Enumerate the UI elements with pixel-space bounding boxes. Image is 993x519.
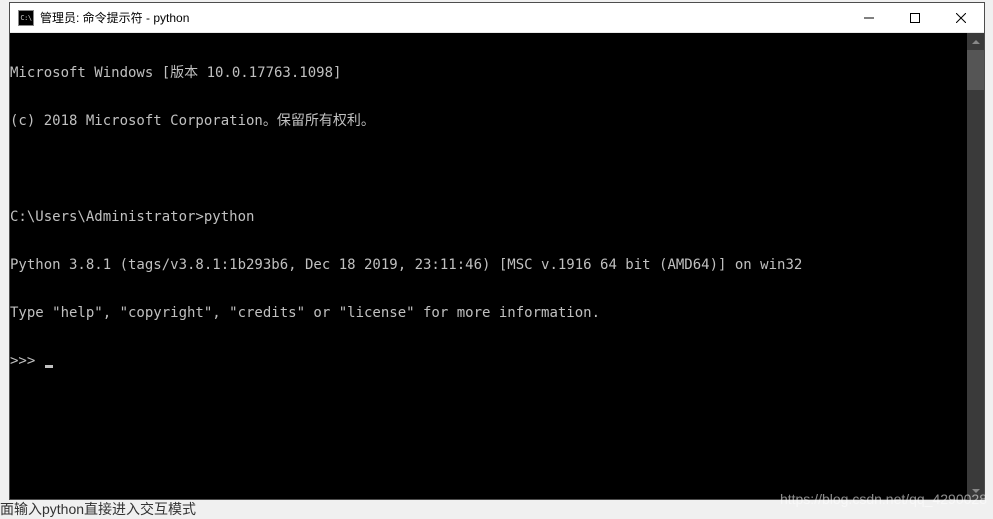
chevron-down-icon [972, 489, 980, 493]
minimize-button[interactable] [846, 3, 892, 32]
titlebar[interactable]: C:\ 管理员: 命令提示符 - python [10, 3, 984, 33]
chevron-up-icon [972, 40, 980, 44]
minimize-icon [864, 13, 874, 23]
background-text: 面输入python直接进入交互模式 [0, 499, 196, 519]
maximize-button[interactable] [892, 3, 938, 32]
console-line: Type "help", "copyright", "credits" or "… [10, 305, 967, 321]
console-line: (c) 2018 Microsoft Corporation。保留所有权利。 [10, 113, 967, 129]
maximize-icon [910, 13, 920, 23]
cursor [45, 365, 53, 368]
app-icon: C:\ [18, 10, 34, 26]
close-button[interactable] [938, 3, 984, 32]
console-area[interactable]: Microsoft Windows [版本 10.0.17763.1098] (… [10, 33, 984, 499]
prompt-line: >>> [10, 353, 967, 369]
console-line: Microsoft Windows [版本 10.0.17763.1098] [10, 65, 967, 81]
scroll-up-button[interactable] [967, 33, 984, 50]
window-controls [846, 3, 984, 32]
console-content: Microsoft Windows [版本 10.0.17763.1098] (… [10, 33, 967, 401]
scroll-down-button[interactable] [967, 482, 984, 499]
console-line [10, 161, 967, 177]
console-line: Python 3.8.1 (tags/v3.8.1:1b293b6, Dec 1… [10, 257, 967, 273]
window-title: 管理员: 命令提示符 - python [40, 9, 846, 26]
vertical-scrollbar[interactable] [967, 33, 984, 499]
python-prompt: >>> [10, 353, 44, 369]
close-icon [956, 13, 966, 23]
app-icon-label: C:\ [20, 14, 31, 22]
console-line: C:\Users\Administrator>python [10, 209, 967, 225]
command-prompt-window: C:\ 管理员: 命令提示符 - python Microsoft Window… [9, 2, 985, 500]
scroll-thumb[interactable] [967, 50, 984, 90]
